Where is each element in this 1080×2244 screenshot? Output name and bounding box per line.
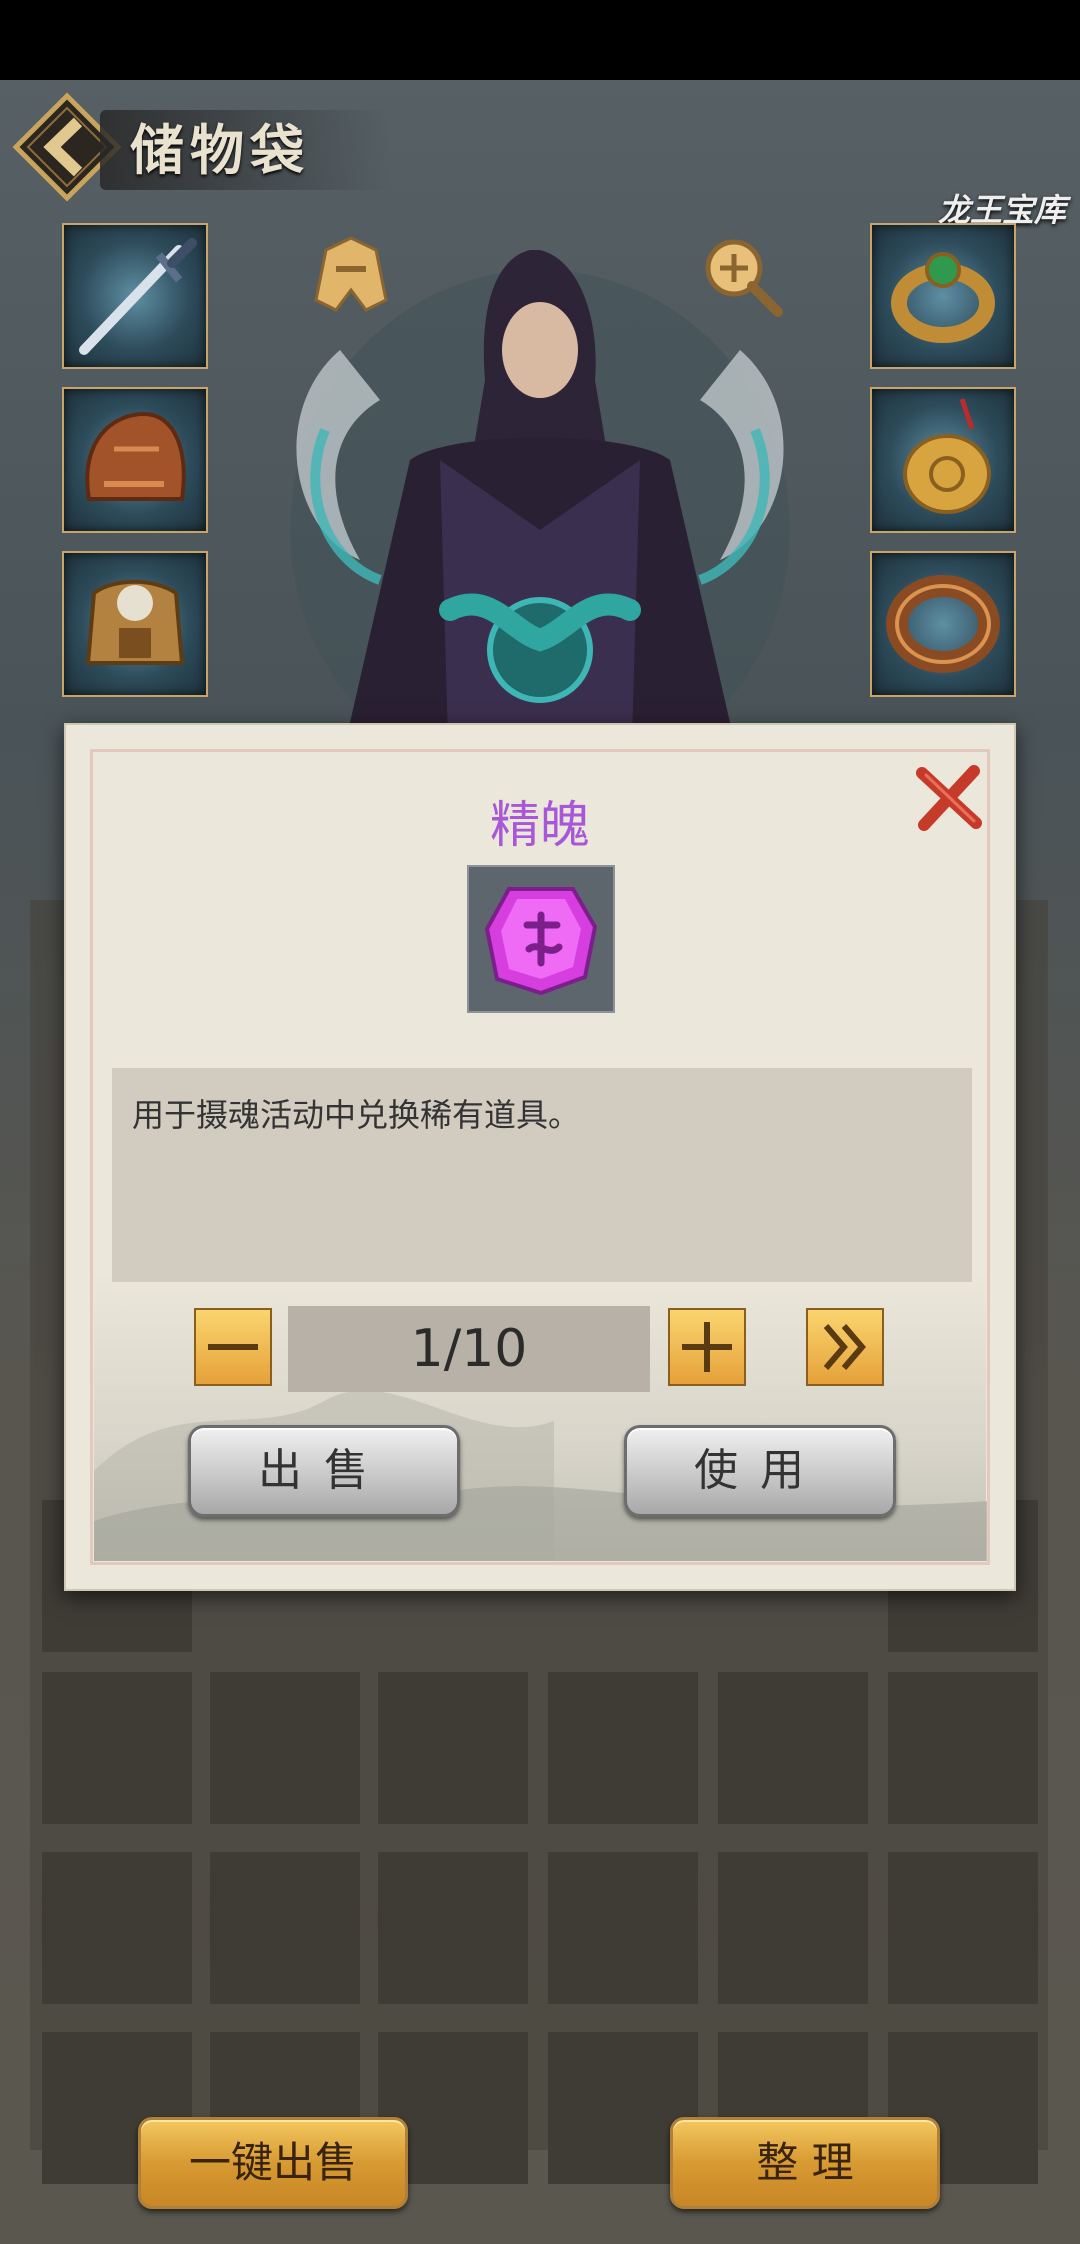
sort-button[interactable]: 整 理 xyxy=(670,2117,940,2209)
sword-icon xyxy=(79,238,197,355)
inventory-slot[interactable] xyxy=(210,1852,360,2004)
inspect-button[interactable] xyxy=(696,230,786,320)
inventory-slot[interactable] xyxy=(42,1852,192,2004)
inventory-slot[interactable] xyxy=(378,1672,528,1824)
minus-icon xyxy=(208,1344,258,1350)
use-label: 使用 xyxy=(694,1445,826,1496)
inventory-slot[interactable] xyxy=(718,1672,868,1824)
equip-slot-bracelet[interactable] xyxy=(870,551,1016,697)
equip-slot-ring[interactable] xyxy=(870,223,1016,369)
decrease-quantity-button[interactable] xyxy=(194,1308,272,1386)
equip-slot-helmet[interactable] xyxy=(62,387,208,533)
dragon-king-vault-button[interactable]: 龙王宝库 xyxy=(916,120,1066,240)
robe-icon xyxy=(314,236,388,312)
sell-all-label: 一键出售 xyxy=(188,2138,357,2187)
outfit-button[interactable] xyxy=(306,230,396,320)
inventory-slot[interactable] xyxy=(42,1672,192,1824)
equip-slot-armor[interactable] xyxy=(62,551,208,697)
close-icon xyxy=(916,765,982,831)
inventory-slot[interactable] xyxy=(378,1852,528,2004)
pendant-icon xyxy=(903,398,991,514)
max-quantity-button[interactable] xyxy=(806,1308,884,1386)
item-icon xyxy=(467,865,615,1013)
page-title: 储物袋 xyxy=(100,110,390,190)
armor-icon xyxy=(85,579,185,665)
inventory-slot[interactable] xyxy=(888,1852,1038,2004)
equip-slot-pendant[interactable] xyxy=(870,387,1016,533)
equip-slot-weapon[interactable] xyxy=(62,223,208,369)
ring-icon xyxy=(891,252,995,343)
inventory-slot[interactable] xyxy=(548,1672,698,1824)
use-button[interactable]: 使用 xyxy=(624,1425,896,1517)
inventory-slot[interactable] xyxy=(718,1852,868,2004)
purple-gem-icon xyxy=(484,887,598,996)
bracelet-icon xyxy=(886,575,1000,673)
helmet-icon xyxy=(85,411,186,501)
sell-button[interactable]: 出售 xyxy=(188,1425,460,1517)
item-name: 精魄 xyxy=(490,796,590,854)
double-chevron-right-icon xyxy=(823,1324,866,1370)
inventory-slot[interactable] xyxy=(888,1672,1038,1824)
item-description-box: 用于摄魂活动中兑换稀有道具。 xyxy=(112,1068,972,1282)
inventory-slot[interactable] xyxy=(548,1852,698,2004)
increase-quantity-button[interactable] xyxy=(668,1308,746,1386)
status-bar xyxy=(0,0,1080,80)
magnifier-icon xyxy=(705,239,783,317)
quantity-display: 1/10 xyxy=(288,1306,650,1392)
close-button[interactable] xyxy=(914,763,984,833)
sell-label: 出售 xyxy=(258,1445,390,1496)
inventory-slot[interactable] xyxy=(210,1672,360,1824)
sell-all-button[interactable]: 一键出售 xyxy=(138,2117,408,2209)
plus-icon xyxy=(682,1322,732,1372)
sort-label: 整 理 xyxy=(756,2138,854,2187)
item-description: 用于摄魂活动中兑换稀有道具。 xyxy=(132,1096,581,1134)
item-detail-dialog: 精魄 用于摄魂活动中兑换稀有道具。 1/10 出售 使用 xyxy=(64,723,1016,1591)
